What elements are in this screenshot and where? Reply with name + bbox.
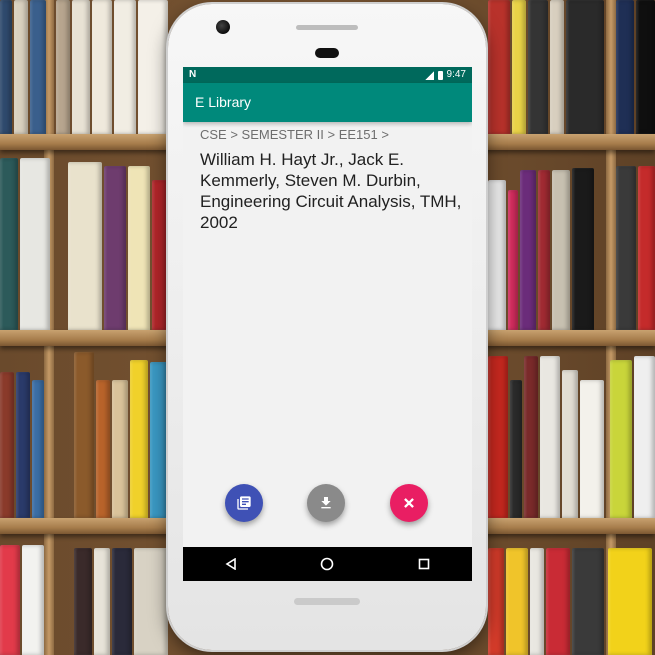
back-button[interactable] <box>211 547 251 581</box>
book-spine <box>520 170 536 330</box>
sensor <box>315 48 339 58</box>
book-spine <box>538 170 550 330</box>
book-spine <box>488 356 508 518</box>
book-spine <box>552 170 570 330</box>
status-bar: N 9:47 <box>183 67 472 83</box>
book-spine <box>68 162 102 330</box>
book-spine <box>488 180 506 330</box>
book-spine <box>32 380 44 518</box>
library-button[interactable] <box>225 484 263 522</box>
book-spine <box>528 0 548 134</box>
book-spine <box>0 158 18 330</box>
status-indicators: 9:47 <box>424 67 466 83</box>
close-icon <box>404 498 414 508</box>
earpiece-speaker <box>296 25 358 30</box>
notification-icon: N <box>189 69 197 80</box>
book-spine <box>30 0 46 134</box>
book-spine <box>104 166 126 330</box>
book-spine <box>634 356 655 518</box>
book-spine <box>616 0 634 134</box>
bottom-speaker <box>294 598 360 605</box>
book-spine <box>572 168 594 330</box>
book-spine <box>488 548 504 655</box>
book-spine <box>0 545 20 655</box>
book-spine <box>74 548 92 655</box>
book-spine <box>512 0 526 134</box>
app-bar: E Library <box>183 83 472 122</box>
download-button[interactable] <box>307 484 345 522</box>
book-spine <box>114 0 136 134</box>
book-spine <box>524 356 538 518</box>
book-spine <box>112 548 132 655</box>
book-spine <box>150 362 168 518</box>
home-button[interactable] <box>307 547 347 581</box>
book-spine <box>610 360 632 518</box>
book-spine <box>72 0 90 134</box>
book-spine <box>16 372 30 518</box>
book-spine <box>56 0 70 134</box>
close-button[interactable] <box>390 484 428 522</box>
book-spine <box>636 0 655 134</box>
app-screen: N 9:47 E Library CSE > SEMESTER II > EE1… <box>183 67 472 581</box>
back-triangle-icon <box>225 558 236 570</box>
home-circle-icon <box>321 557 334 571</box>
book-spine <box>74 352 94 518</box>
book-spine <box>530 548 544 655</box>
status-time: 9:47 <box>446 69 466 80</box>
recents-button[interactable] <box>404 547 444 581</box>
book-spine <box>546 548 570 655</box>
book-spine <box>22 545 44 655</box>
book-spine <box>608 548 652 655</box>
book-spine <box>128 166 150 330</box>
book-spine <box>0 372 14 518</box>
book-spine <box>562 370 578 518</box>
book-spine <box>134 548 168 655</box>
front-camera <box>216 20 230 34</box>
book-spine <box>508 190 518 330</box>
book-spine <box>638 166 655 330</box>
book-spine <box>152 180 168 330</box>
book-spine <box>488 0 510 134</box>
book-spine <box>510 380 522 518</box>
book-citation: William H. Hayt Jr., Jack E. Kemmerly, S… <box>200 150 462 232</box>
book-spine <box>616 166 636 330</box>
navigation-bar <box>183 547 472 581</box>
book-spine <box>138 0 168 134</box>
book-spine <box>14 0 28 134</box>
book-spine <box>92 0 112 134</box>
book-spine <box>0 0 12 134</box>
book-spine <box>580 380 604 518</box>
book-spine <box>540 356 560 518</box>
book-spine <box>96 380 110 518</box>
book-spine <box>112 380 128 518</box>
book-spine <box>550 0 564 134</box>
book-spine <box>130 360 148 518</box>
recents-square-icon <box>418 558 430 570</box>
signal-icon <box>424 70 434 80</box>
library-books-icon <box>237 496 251 510</box>
book-spine <box>566 0 604 134</box>
download-icon <box>321 497 331 509</box>
book-spine <box>20 158 50 330</box>
book-spine <box>572 548 604 655</box>
app-title: E Library <box>195 94 252 110</box>
book-spine <box>94 548 110 655</box>
breadcrumb[interactable]: CSE > SEMESTER II > EE151 > <box>200 127 389 142</box>
book-spine <box>506 548 528 655</box>
battery-icon <box>437 70 443 80</box>
